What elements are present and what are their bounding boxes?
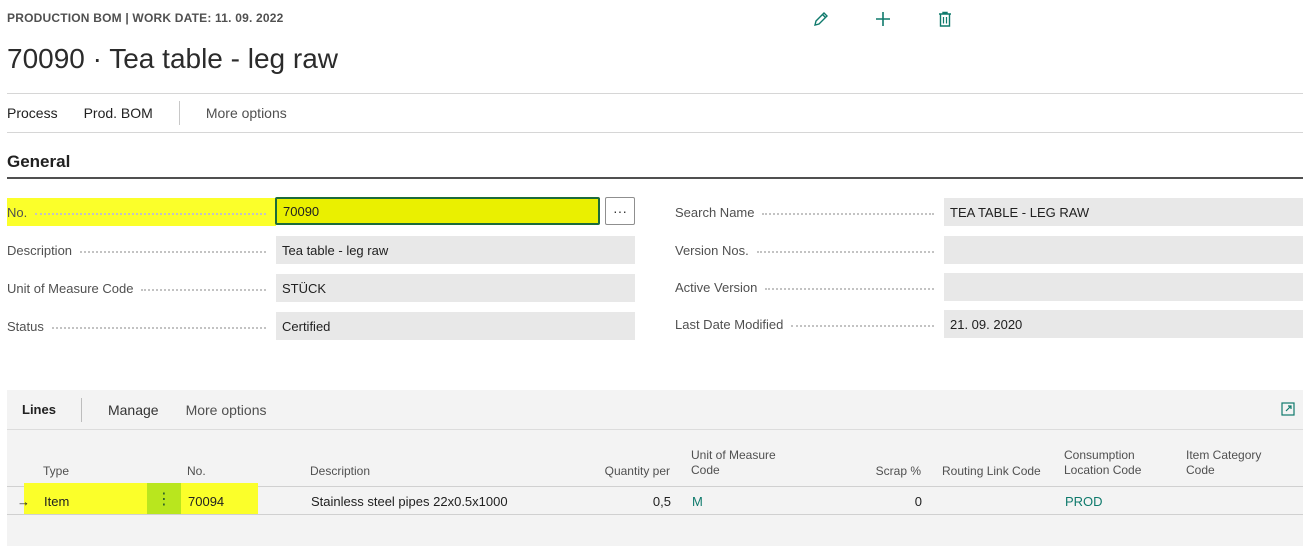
line-scrap-cell[interactable]: 0 — [837, 488, 922, 515]
line-description-cell[interactable]: Stainless steel pipes 22x0.5x1000 — [311, 488, 508, 515]
col-header-uom[interactable]: Unit of Measure Code — [691, 448, 776, 478]
search-name-field[interactable]: TEA TABLE - LEG RAW — [944, 198, 1303, 226]
prod-bom-menu[interactable]: Prod. BOM — [84, 105, 153, 121]
kebab-icon: ⋮ — [156, 490, 172, 508]
edit-button[interactable] — [790, 7, 852, 31]
field-label-active-version: Active Version — [675, 273, 944, 301]
header-actions — [790, 7, 976, 31]
last-date-modified-field: 21. 09. 2020 — [944, 310, 1303, 338]
version-nos-field[interactable] — [944, 236, 1303, 264]
delete-icon — [939, 11, 951, 27]
field-label-no: No. — [7, 198, 276, 226]
grid-row-divider — [7, 514, 1303, 515]
lines-more-options-menu[interactable]: More options — [186, 402, 267, 418]
col-header-item-category[interactable]: Item Category Code — [1186, 448, 1261, 478]
lines-action-bar: Lines Manage More options — [7, 390, 1303, 430]
description-field[interactable]: Tea table - leg raw — [276, 236, 635, 264]
no-lookup-button[interactable]: ··· — [605, 197, 635, 225]
delete-button[interactable] — [914, 7, 976, 31]
field-label-search-name: Search Name — [675, 198, 944, 226]
line-uom-cell[interactable]: M — [692, 488, 703, 515]
field-label-status: Status — [7, 312, 276, 340]
line-quantity-cell[interactable]: 0,5 — [567, 488, 671, 515]
section-title-general[interactable]: General — [7, 152, 70, 172]
field-label-version-nos: Version Nos. — [675, 236, 944, 264]
lines-manage-menu[interactable]: Manage — [108, 402, 159, 418]
more-options-menu[interactable]: More options — [206, 105, 287, 121]
process-menu[interactable]: Process — [7, 105, 58, 121]
lines-part: Lines Manage More options Type No. Descr… — [7, 390, 1303, 546]
col-header-description[interactable]: Description — [310, 464, 370, 479]
col-header-quantity-per[interactable]: Quantity per — [567, 464, 670, 479]
expand-icon — [1281, 402, 1295, 416]
lines-tab[interactable]: Lines — [22, 402, 56, 417]
action-separator — [178, 101, 180, 125]
field-label-uom: Unit of Measure Code — [7, 274, 276, 302]
action-bar: Process Prod. BOM More options — [7, 93, 1303, 133]
col-header-no[interactable]: No. — [187, 464, 206, 479]
page-caption: PRODUCTION BOM | WORK DATE: 11. 09. 2022 — [7, 11, 284, 25]
add-button[interactable] — [852, 7, 914, 31]
no-field[interactable]: 70090 — [275, 197, 600, 225]
row-indicator: → — [17, 494, 30, 509]
expand-lines-button[interactable] — [1281, 402, 1295, 421]
line-no-cell[interactable]: 70094 — [188, 488, 224, 515]
status-field[interactable]: Certified — [276, 312, 635, 340]
active-version-field — [944, 273, 1303, 301]
field-label-description: Description — [7, 236, 276, 264]
row-actions-button[interactable]: ⋮ — [147, 483, 181, 514]
col-header-type[interactable]: Type — [43, 464, 69, 479]
col-header-routing-link[interactable]: Routing Link Code — [942, 464, 1041, 479]
edit-icon — [814, 12, 828, 26]
col-header-scrap[interactable]: Scrap % — [837, 464, 921, 479]
add-icon — [876, 12, 890, 26]
uom-field[interactable]: STÜCK — [276, 274, 635, 302]
lines-separator — [80, 397, 82, 422]
line-type-cell[interactable]: Item — [44, 488, 69, 515]
col-header-consumption-location[interactable]: Consumption Location Code — [1064, 448, 1141, 478]
field-label-last-date-modified: Last Date Modified — [675, 310, 944, 338]
page-title: 70090 · Tea table - leg raw — [7, 43, 339, 74]
section-divider — [7, 177, 1303, 179]
line-consumption-location-cell[interactable]: PROD — [1065, 488, 1103, 515]
